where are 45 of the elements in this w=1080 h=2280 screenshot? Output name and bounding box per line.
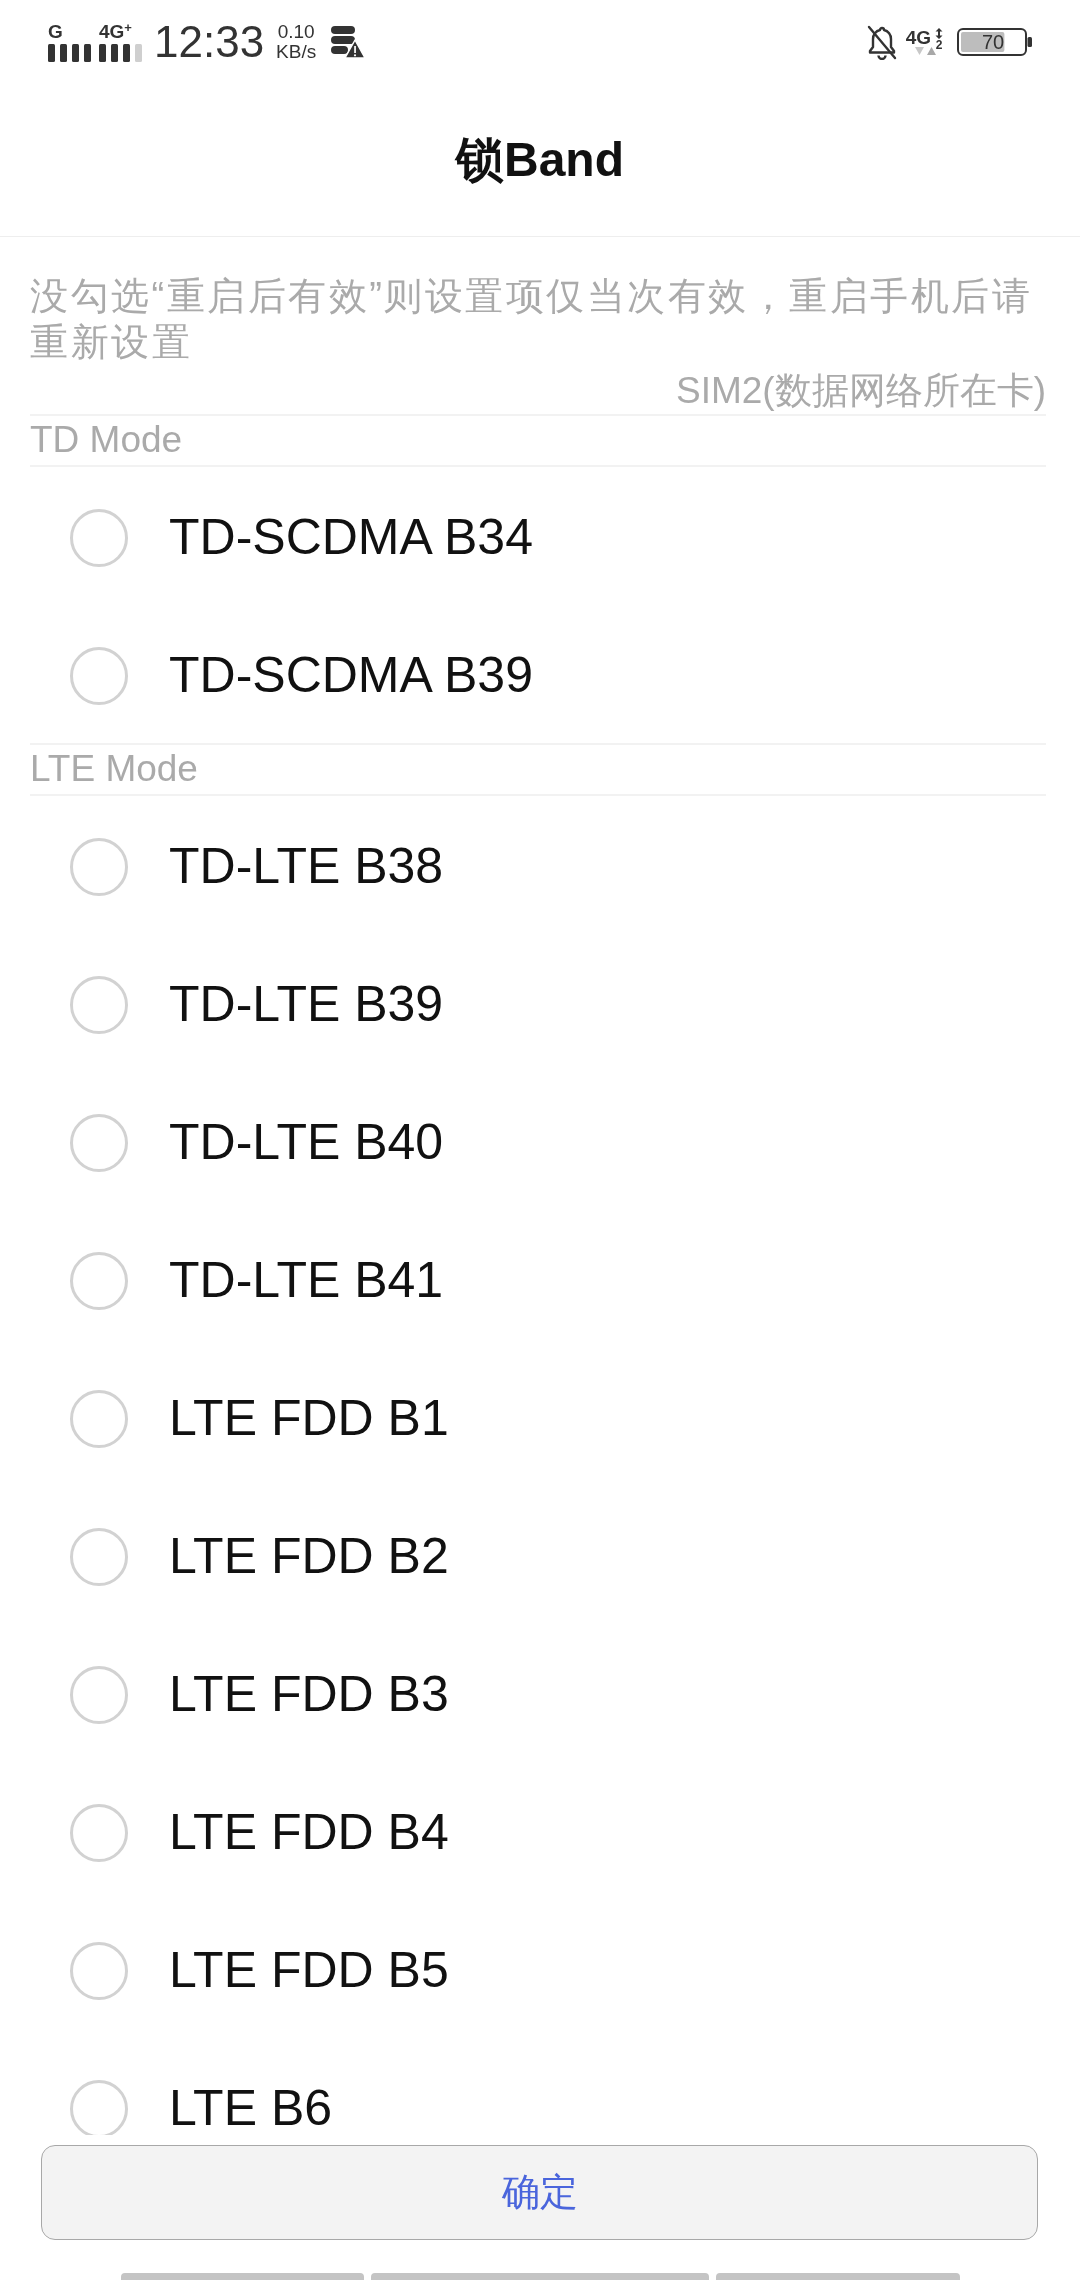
band-label: LTE FDD B1	[169, 1390, 449, 1448]
band-label: TD-LTE B39	[169, 976, 444, 1034]
section-title: LTE Mode	[30, 749, 198, 790]
radio-button[interactable]	[70, 1114, 128, 1172]
database-warning-icon	[330, 25, 367, 59]
radio-button[interactable]	[70, 1666, 128, 1724]
signal-icon	[48, 44, 91, 62]
radio-button[interactable]	[70, 509, 128, 567]
battery-icon	[957, 28, 1033, 56]
radio-button[interactable]	[70, 2080, 128, 2135]
battery-percent-text: 70	[981, 32, 1005, 52]
band-label: TD-SCDMA B39	[169, 647, 533, 705]
up-down-arrow-icon	[935, 28, 943, 39]
network-type-label: 4G	[905, 28, 931, 47]
band-label: LTE B6	[169, 2080, 333, 2135]
radio-button[interactable]	[70, 976, 128, 1034]
hint-text: 没勾选“重启后有效”则设置项仅当次有效，重启手机后请重新设置	[30, 274, 1034, 365]
clock-time: 12:33	[154, 20, 265, 64]
sim-slot-number: 2	[935, 39, 943, 51]
signal-icon	[99, 44, 142, 62]
data-speed-value: 0.10	[277, 22, 315, 42]
band-label: LTE FDD B5	[169, 1942, 449, 2000]
page-title: 锁Band	[456, 132, 624, 189]
band-label: TD-LTE B38	[169, 838, 444, 896]
data-activity-icon	[914, 47, 937, 56]
confirm-button[interactable]: 确定	[41, 2145, 1038, 2240]
band-label: LTE FDD B3	[169, 1666, 449, 1724]
network-type-label: G	[48, 22, 63, 41]
band-label: TD-SCDMA B34	[169, 509, 533, 567]
radio-button[interactable]	[70, 1252, 128, 1310]
radio-button[interactable]	[70, 838, 128, 896]
data-speed-unit: KB/s	[276, 42, 317, 62]
band-label: TD-LTE B41	[169, 1252, 444, 1310]
radio-button[interactable]	[70, 1942, 128, 2000]
bell-off-icon	[865, 24, 898, 60]
section-title: TD Mode	[30, 420, 183, 461]
network-type-label: 4G$^{+}$	[99, 22, 132, 41]
radio-button[interactable]	[70, 1390, 128, 1448]
radio-button[interactable]	[70, 1804, 128, 1862]
band-label: LTE FDD B2	[169, 1528, 449, 1586]
radio-button[interactable]	[70, 647, 128, 705]
band-label: TD-LTE B40	[169, 1114, 444, 1172]
radio-button[interactable]	[70, 1528, 128, 1586]
band-label: LTE FDD B4	[169, 1804, 449, 1862]
sim-card-label: SIM2(数据网络所在卡)	[675, 369, 1046, 413]
